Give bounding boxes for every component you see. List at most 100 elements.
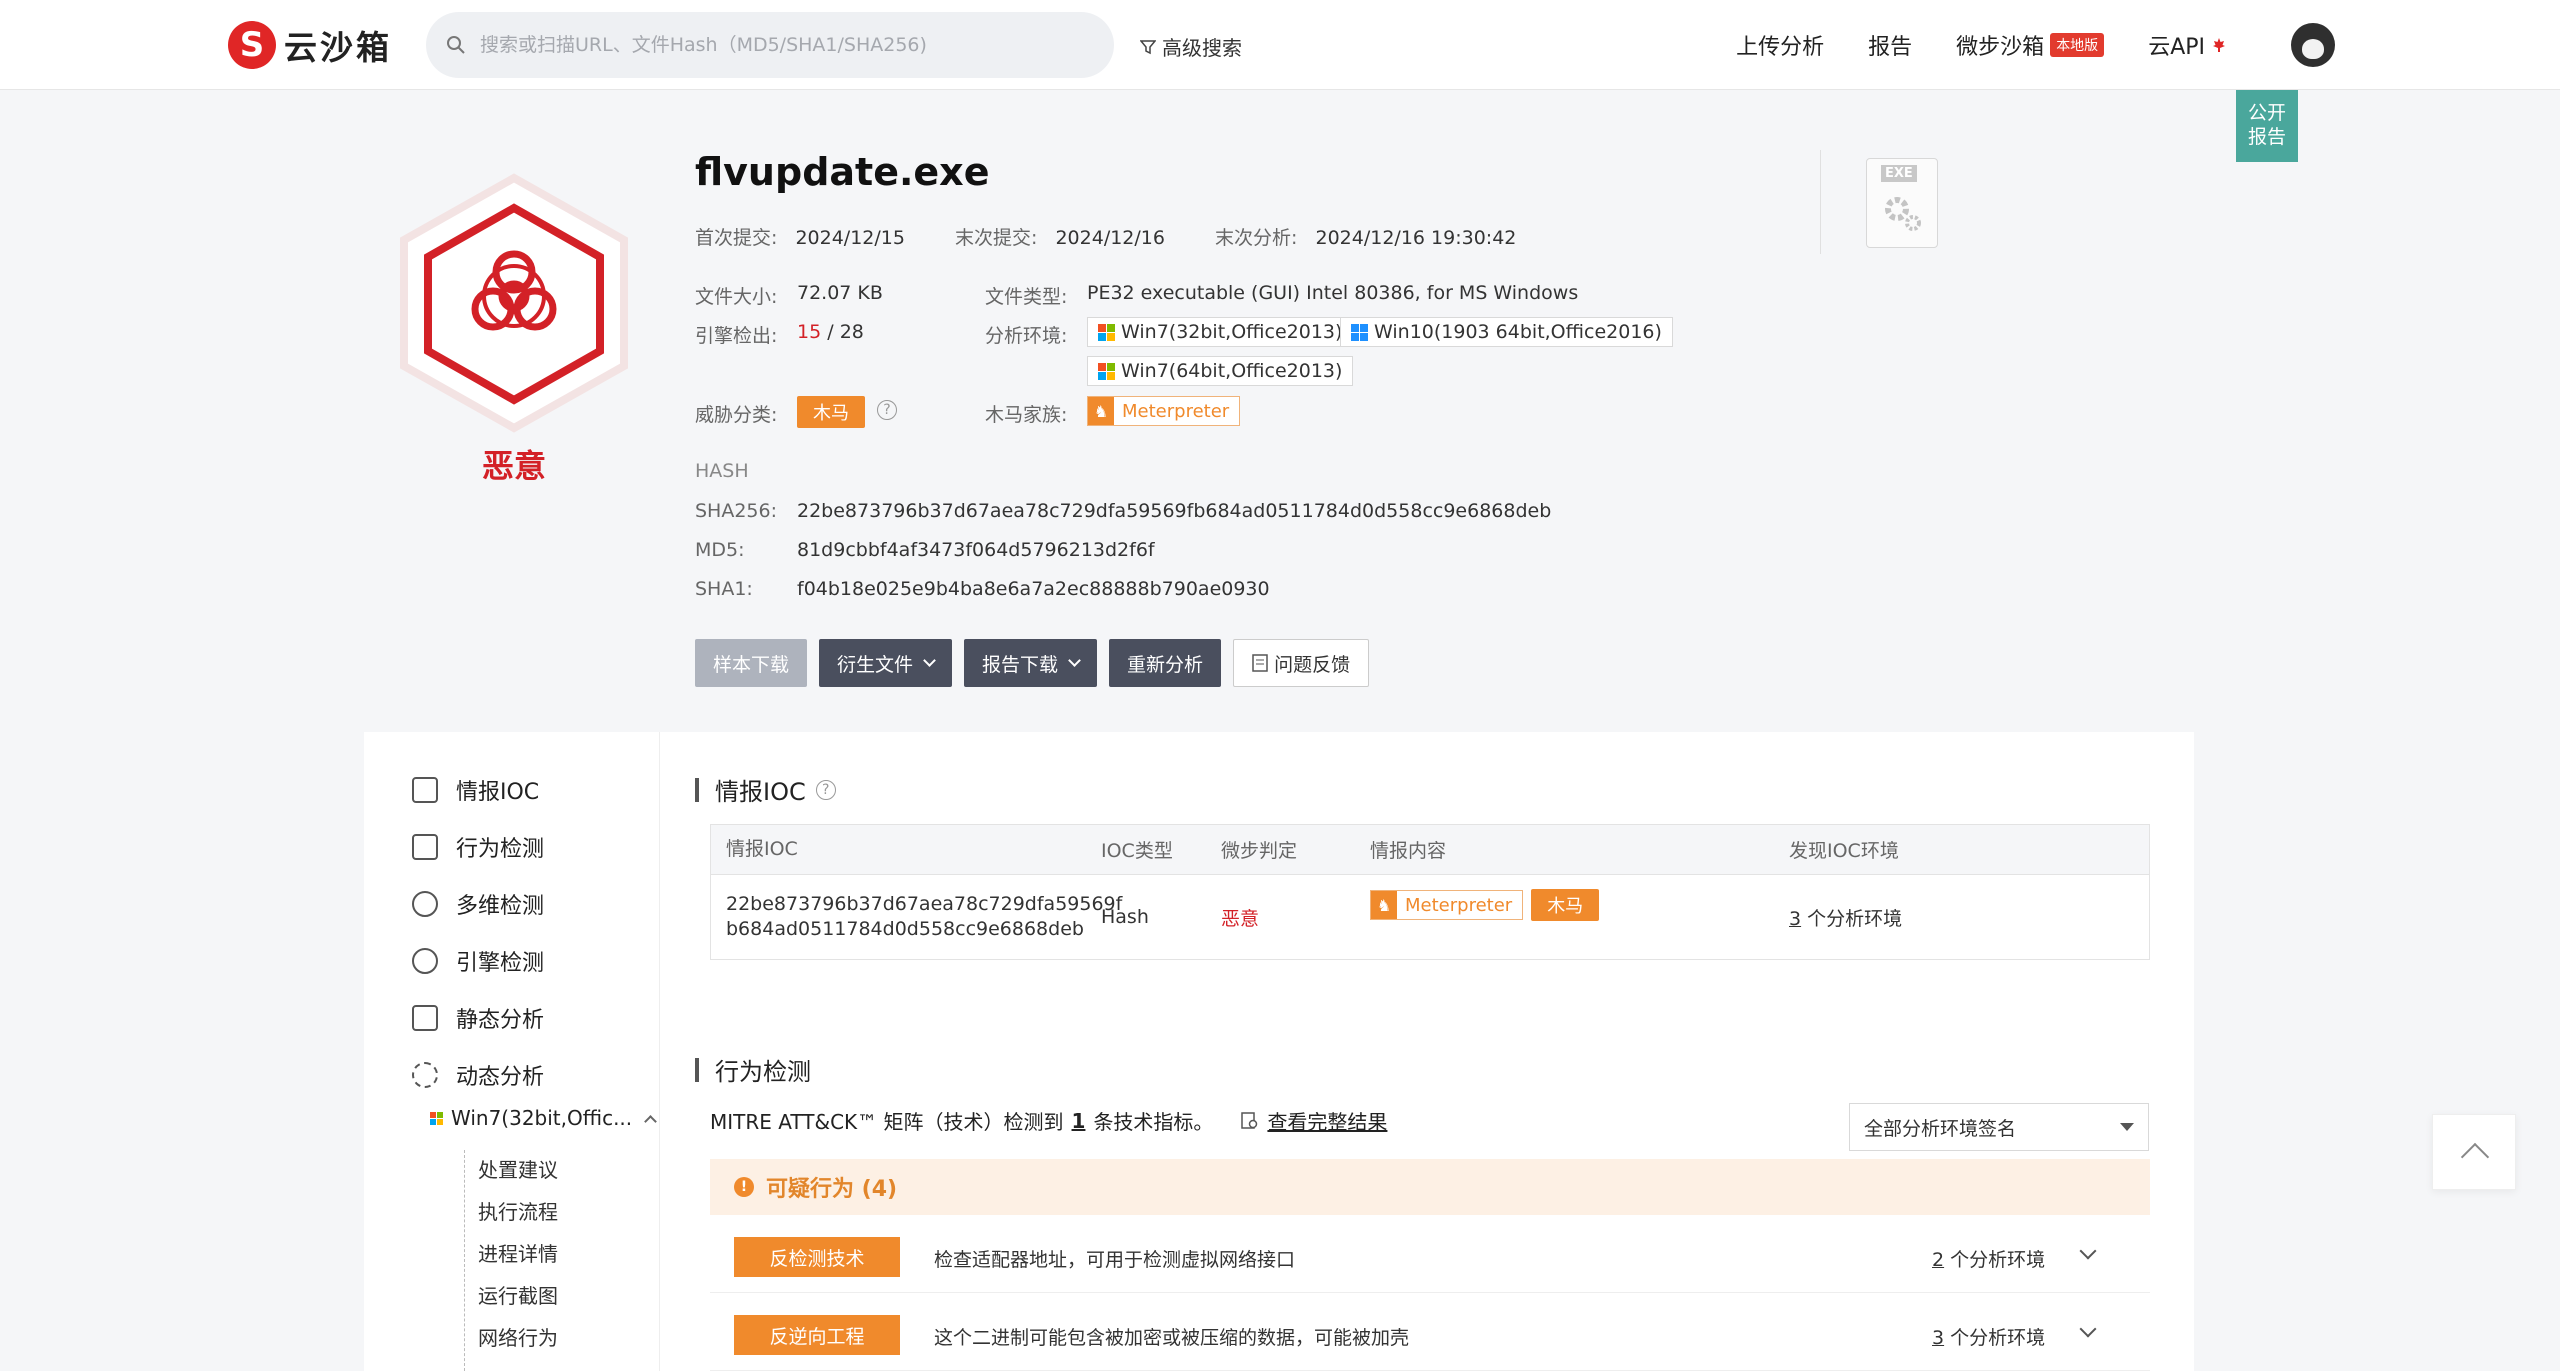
family-name: Meterpreter: [1122, 400, 1230, 422]
document-search-icon: [1241, 1111, 1258, 1129]
last-analysis-label: 末次分析:: [1215, 227, 1298, 249]
report-sidebar: [364, 732, 660, 1371]
public-report-button[interactable]: 公开 报告: [2236, 90, 2298, 162]
help-icon[interactable]: ?: [877, 400, 897, 420]
nav-cloud-api[interactable]: 云API: [2148, 29, 2227, 61]
sidebar-item-static[interactable]: 静态分析: [412, 1002, 544, 1034]
sample-download-button[interactable]: 样本下载: [695, 639, 808, 687]
ioc-table: 情报IOC IOC类型 微步判定 情报内容 发现IOC环境 22be873796…: [710, 824, 2150, 960]
engine-hits: 15: [797, 321, 822, 343]
suspicious-behavior-header[interactable]: ! 可疑行为 (4): [710, 1159, 2150, 1215]
chevron-up-icon: [644, 1114, 658, 1128]
first-submit-value: 2024/12/15: [795, 227, 905, 249]
sidebar-leaf-network[interactable]: 网络行为: [460, 1322, 558, 1351]
behavior-row[interactable]: 反检测技术 检查适配器地址，可用于检测虚拟网络接口 2 个分析环境: [710, 1215, 2150, 1293]
family-chip[interactable]: ♞ Meterpreter: [1087, 396, 1241, 426]
gear-icon: [1885, 197, 1921, 231]
ioc-env[interactable]: 3 个分析环境: [1789, 904, 2149, 931]
view-full-label: 查看完整结果: [1267, 1110, 1388, 1134]
sidebar-leaf-disposal[interactable]: 处置建议: [460, 1154, 558, 1183]
search-bar[interactable]: [426, 12, 1114, 78]
sidebar-leaf-flow[interactable]: 执行流程: [460, 1196, 558, 1225]
trojan-horse-icon: ♞: [1371, 891, 1397, 919]
chart-icon: [412, 834, 438, 860]
behavior-env[interactable]: 2 个分析环境: [1932, 1245, 2045, 1272]
file-size-label: 文件大小:: [695, 286, 778, 308]
sha1-value[interactable]: f04b18e025e9b4ba8e6a7a2ec88888b790ae0930: [797, 578, 1270, 600]
back-to-top-button[interactable]: [2432, 1114, 2516, 1190]
mitre-summary: MITRE ATT&CK™ 矩阵（技术）检测到 1 条技术指标。 查看完整结果: [710, 1106, 1387, 1135]
sidebar-item-behavior[interactable]: 行为检测: [412, 831, 544, 863]
env-chip-1[interactable]: Win7(32bit,Office2013): [1087, 317, 1354, 347]
list-icon: [412, 1005, 438, 1031]
sidebar-item-multi[interactable]: 多维检测: [412, 888, 544, 920]
search-input[interactable]: [480, 34, 1100, 56]
sidebar-label: 静态分析: [456, 1008, 545, 1033]
button-label: 问题反馈: [1274, 653, 1351, 676]
chevron-down-icon: [1068, 654, 1081, 667]
sidebar-label: 行为检测: [456, 837, 545, 862]
env-count: 3: [1789, 907, 1802, 930]
logo[interactable]: S 云沙箱: [228, 21, 392, 69]
sidebar-env-label: Win7(32bit,Offic...: [451, 1106, 633, 1130]
nav-reports[interactable]: 报告: [1868, 29, 1912, 61]
env-suffix: 个分析环境: [1944, 1327, 2046, 1349]
engine-total: 28: [839, 321, 864, 343]
chevron-down-icon[interactable]: [2079, 1242, 2097, 1260]
windows7-icon: [430, 1111, 443, 1125]
ioc-value[interactable]: 22be873796b37d67aea78c729dfa59569f b684a…: [711, 892, 1122, 942]
threat-tag: 木马: [1531, 889, 1600, 921]
column-header: 发现IOC环境: [1789, 840, 1899, 862]
help-icon[interactable]: ?: [815, 779, 836, 800]
engine-label: 引擎检出:: [695, 325, 778, 347]
derived-files-button[interactable]: 衍生文件: [819, 639, 953, 687]
nav-label: 报告: [1868, 35, 1913, 60]
user-avatar[interactable]: [2291, 23, 2335, 67]
column-header: 情报IOC: [726, 838, 798, 860]
feedback-button[interactable]: 问题反馈: [1233, 639, 1370, 687]
env-chip-2[interactable]: Win10(1903 64bit,Office2016): [1340, 317, 1673, 347]
feedback-icon: [1252, 654, 1268, 672]
submit-times: 首次提交: 2024/12/15 末次提交: 2024/12/16 末次分析: …: [695, 223, 1516, 250]
threat-row: 威胁分类:: [695, 400, 777, 427]
nav-sandbox[interactable]: 微步沙箱 本地版: [1956, 29, 2105, 61]
view-full-link[interactable]: 查看完整结果: [1241, 1106, 1387, 1135]
behavior-tag: 反逆向工程: [734, 1315, 900, 1355]
sidebar-item-engine[interactable]: 引擎检测: [412, 945, 544, 977]
mitre-prefix: MITRE ATT&CK™ 矩阵（技术）检测到: [710, 1110, 1064, 1134]
advanced-search-label: 高级搜索: [1162, 36, 1242, 60]
behavior-row[interactable]: 反逆向工程 这个二进制可能包含被加密或被压缩的数据，可能被加壳 3 个分析环境: [710, 1293, 2150, 1371]
trojan-horse-icon: ♞: [1088, 397, 1114, 425]
ioc-value-line: b684ad0511784d0d558cc9e6868deb: [726, 918, 1084, 940]
divider: [1820, 150, 1821, 254]
behavior-env[interactable]: 3 个分析环境: [1932, 1323, 2045, 1350]
sha256-value[interactable]: 22be873796b37d67aea78c729dfa59569fb684ad…: [797, 500, 1551, 522]
public-report-line2: 报告: [2247, 126, 2286, 148]
suspicious-header-label: 可疑行为 (4): [766, 1177, 898, 1202]
reanalyze-button[interactable]: 重新分析: [1109, 639, 1222, 687]
section-title-text: 情报IOC: [715, 778, 806, 806]
env-chip-3[interactable]: Win7(64bit,Office2013): [1087, 356, 1354, 386]
family-label: 木马家族:: [985, 404, 1068, 426]
sidebar-env-toggle[interactable]: Win7(32bit,Offic...: [430, 1106, 658, 1130]
threat-label: 威胁分类:: [695, 404, 778, 426]
sidebar-leaf-screenshots[interactable]: 运行截图: [460, 1280, 558, 1309]
file-type-value: PE32 executable (GUI) Intel 80386, for M…: [1087, 282, 1579, 304]
md5-row: MD5: 81d9cbbf4af3473f064d5796213d2f6f: [695, 539, 1155, 561]
family-name: Meterpreter: [1405, 894, 1513, 916]
family-chip[interactable]: ♞ Meterpreter: [1370, 890, 1524, 920]
md5-value[interactable]: 81d9cbbf4af3473f064d5796213d2f6f: [797, 539, 1155, 561]
sidebar-label: 动态分析: [456, 1065, 545, 1090]
advanced-search-link[interactable]: 高级搜索: [1140, 32, 1242, 61]
button-label: 衍生文件: [837, 653, 914, 676]
mitre-count: 1: [1071, 1108, 1086, 1133]
sidebar-leaf-process[interactable]: 进程详情: [460, 1238, 558, 1267]
report-download-button[interactable]: 报告下载: [964, 639, 1098, 687]
ioc-content: ♞ Meterpreter 木马: [1370, 889, 1789, 921]
env-signature-select[interactable]: 全部分析环境签名: [1849, 1103, 2149, 1151]
verdict-hexagon: [398, 172, 630, 434]
nav-upload-analysis[interactable]: 上传分析: [1736, 29, 1824, 61]
sidebar-item-ioc[interactable]: 情报IOC: [412, 774, 539, 806]
sidebar-item-dynamic[interactable]: 动态分析: [412, 1059, 544, 1091]
chevron-down-icon[interactable]: [2079, 1320, 2097, 1338]
